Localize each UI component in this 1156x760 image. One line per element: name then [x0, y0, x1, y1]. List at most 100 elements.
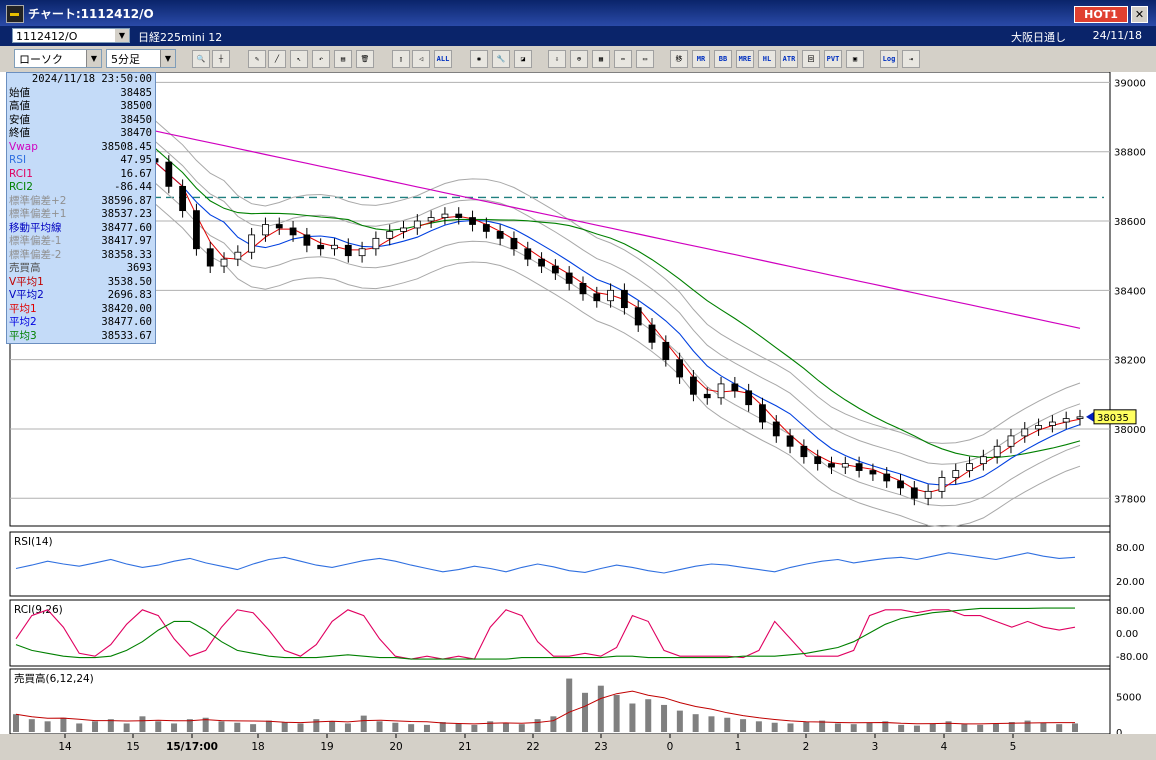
x-tick-label: 20: [389, 741, 402, 753]
grid-icon[interactable]: ▦: [592, 50, 610, 68]
info-label: 安値: [9, 113, 30, 126]
info-label: V平均2: [9, 289, 44, 301]
info-timestamp: 2024/11/18 23:50:00: [31, 73, 152, 85]
info-panel: 2024/11/18 23:50:00 始値 38485 高値 38500 安値 3845…: [6, 72, 156, 344]
candle-body: [883, 473, 891, 482]
volume-bar: [13, 714, 19, 732]
undo-icon[interactable]: ↶: [312, 50, 330, 68]
volume-bar: [771, 722, 778, 732]
chevron-down-icon[interactable]: ▼: [115, 29, 129, 42]
panel-tick-label: 0.00: [1116, 629, 1138, 640]
last-price-label: 38035: [1097, 413, 1129, 424]
info-label: 移動平均線: [9, 221, 62, 234]
info-value: 3693: [126, 262, 152, 274]
chart-area[interactable]: 39000 38800 38600 38400 38200 38000 37800 38035…: [0, 71, 1156, 760]
app-icon: [6, 5, 24, 23]
indicator-pv[interactable]: 回: [802, 50, 820, 68]
info-value: 38500: [120, 100, 152, 112]
candle-body: [400, 227, 407, 232]
volume-bar: [139, 716, 146, 732]
indicator-pvt[interactable]: PVT: [824, 50, 842, 68]
trash-icon[interactable]: 🗑: [356, 50, 374, 68]
crosshair-icon[interactable]: ┼: [212, 50, 230, 68]
log-button[interactable]: Log: [880, 50, 898, 68]
info-label: 高値: [9, 100, 30, 112]
wrench-icon[interactable]: 🔧: [492, 50, 510, 68]
export-icon[interactable]: ⇥: [902, 50, 920, 68]
volume-bar: [265, 720, 272, 732]
pointer-icon[interactable]: ↖: [290, 50, 308, 68]
line-icon[interactable]: ╱: [268, 50, 286, 68]
volume-bar: [977, 724, 984, 732]
price-tick-label: 37800: [1114, 494, 1146, 505]
chevron-down-icon[interactable]: ▼: [86, 50, 101, 67]
x-tick-label: 4: [941, 741, 948, 753]
toolbar: ローソク ▼ 5分足 ▼ 🔍 ┼ ✎ ╱ ↖ ↶ ▤ 🗑 ▯ ◁ ALL ✱ 🔧 ◪ ⇩ ⊕ ▦ ⇔ ▭ 移 MR BB M…: [0, 46, 1156, 73]
volume-bar: [913, 725, 920, 732]
symbol-select[interactable]: 1112412/O ▼: [12, 28, 130, 43]
search-chart-icon[interactable]: ⊕: [570, 50, 588, 68]
candle-body: [579, 283, 587, 295]
info-label: 標準偏差+1: [9, 208, 67, 220]
indicator-mr[interactable]: MR: [692, 50, 710, 68]
interval-select[interactable]: 5分足 ▼: [106, 49, 176, 68]
chart-type-select[interactable]: ローソク ▼: [14, 49, 102, 68]
indicator-mre[interactable]: MRE: [736, 50, 754, 68]
info-label: Vwap: [9, 140, 38, 153]
volume-bar: [1024, 720, 1031, 732]
volume-bar: [582, 692, 589, 732]
speaker-icon[interactable]: ◁: [412, 50, 430, 68]
candle-body: [179, 185, 187, 212]
volume-bar: [60, 717, 67, 732]
volume-bar: [850, 724, 857, 732]
x-tick-label: 21: [458, 741, 471, 753]
volume-bar: [740, 719, 747, 732]
indicator-hl[interactable]: HL: [758, 50, 776, 68]
candle-body: [551, 265, 559, 274]
candle-body: [814, 456, 822, 465]
indicator-atr[interactable]: ATR: [780, 50, 798, 68]
pencil-icon[interactable]: ✎: [248, 50, 266, 68]
indicator-bb[interactable]: BB: [714, 50, 732, 68]
volume-bar: [708, 716, 715, 732]
note-gray-icon[interactable]: ▭: [636, 50, 654, 68]
note-icon[interactable]: ▤: [334, 50, 352, 68]
chart-svg[interactable]: 39000 38800 38600 38400 38200 38000 37800 38035…: [0, 71, 1156, 760]
candle-icon[interactable]: ▯: [392, 50, 410, 68]
gear-icon[interactable]: ✱: [470, 50, 488, 68]
info-value: 38358.33: [101, 248, 152, 261]
frame-icon[interactable]: ▣: [846, 50, 864, 68]
zoom-icon[interactable]: 🔍: [192, 50, 210, 68]
title-bar[interactable]: チャート:1112412/O HOT1 ✕: [0, 0, 1156, 26]
arrows-icon[interactable]: ⇔: [614, 50, 632, 68]
candle-body: [165, 161, 173, 187]
volume-bar: [250, 724, 257, 732]
download-icon[interactable]: ⇩: [548, 50, 566, 68]
info-value: 38450: [120, 113, 152, 126]
volume-bar: [218, 721, 225, 732]
all-icon[interactable]: ALL: [434, 50, 452, 68]
candle-body: [413, 220, 421, 229]
close-button[interactable]: ✕: [1131, 6, 1148, 23]
volume-bar: [281, 722, 288, 732]
volume-bar: [92, 721, 99, 732]
info-value: 38508.45: [101, 140, 152, 153]
volume-bar: [898, 724, 905, 732]
candle-body: [262, 224, 269, 236]
panel-tick-label: -80.00: [1116, 652, 1148, 663]
volume-bar: [787, 723, 794, 732]
volume-bar: [376, 721, 383, 732]
volume-bar: [360, 715, 367, 732]
candle-body: [952, 470, 960, 478]
info-label: 売買高: [9, 262, 41, 274]
candle-body: [344, 244, 352, 257]
chevron-down-icon[interactable]: ▼: [160, 50, 175, 67]
volume-bar: [597, 685, 604, 732]
volume-bar: [313, 719, 320, 732]
info-label: V平均1: [9, 275, 44, 288]
palette-icon[interactable]: ◪: [514, 50, 532, 68]
indicator-ma[interactable]: 移: [670, 50, 688, 68]
hot-badge-button[interactable]: HOT1: [1074, 6, 1128, 23]
candle-body: [910, 487, 918, 499]
info-row: 安値 38450: [7, 114, 155, 128]
